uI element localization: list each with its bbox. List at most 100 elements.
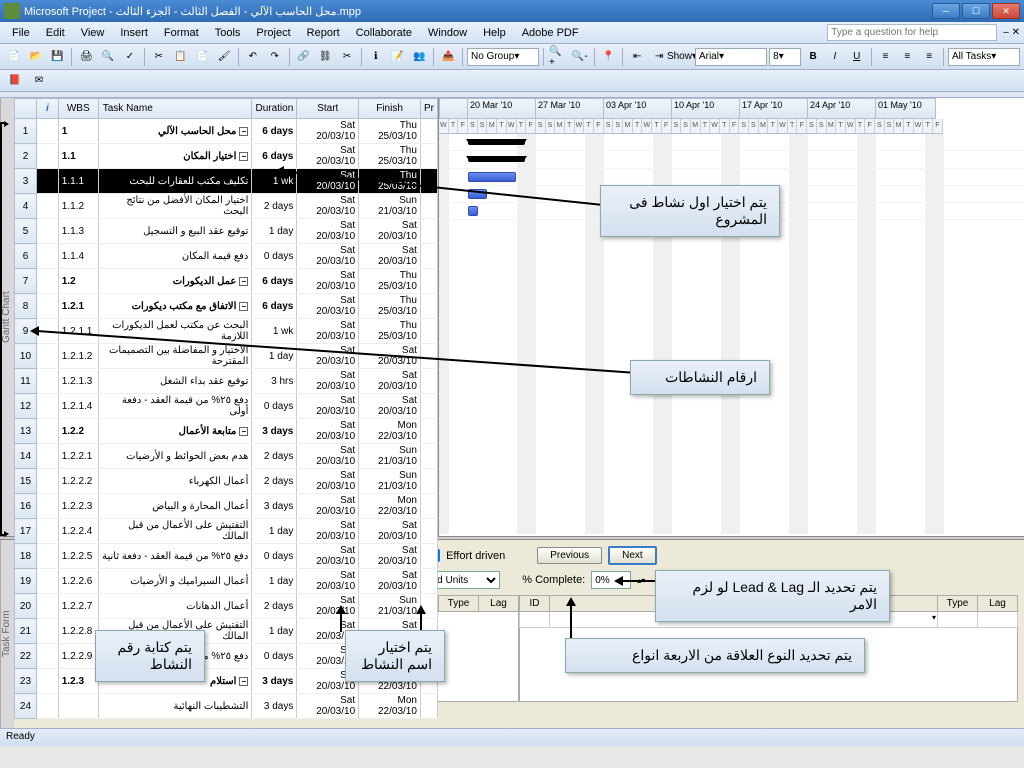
undo-icon[interactable]: ↶ [243,46,263,68]
save-icon[interactable]: 💾 [48,46,68,68]
succ-id-header[interactable]: ID [520,596,550,612]
table-row[interactable]: 12 1.2.1.4 دفع ٢٥% من قيمة العقد - دفعة … [15,394,438,419]
group-combo[interactable]: No Group ▾ [467,48,539,66]
font-combo[interactable]: Arial ▾ [695,48,767,66]
summary-bar[interactable] [468,156,525,162]
titlebar: Microsoft Project - محل الحاسب الآلي - ا… [0,0,1024,22]
menu-window[interactable]: Window [420,25,475,41]
preview-icon[interactable]: 🔍 [98,46,118,68]
paste-icon[interactable]: 📄 [192,46,212,68]
unlink-icon[interactable]: ⛓ [315,46,335,68]
pdf-convert-icon[interactable]: 📕 [4,70,26,92]
format-painter-icon[interactable]: 🖌 [214,46,234,68]
zoom-in-icon[interactable]: 🔍+ [548,46,568,68]
task-bar[interactable] [468,206,478,216]
menu-file[interactable]: File [4,25,38,41]
table-row[interactable]: 14 1.2.2.1 هدم بعض الحوائط و الأرضيات 2 … [15,444,438,469]
table-row[interactable]: 7 1.2 −عمل الديكورات 6 days Sat 20/03/10… [15,269,438,294]
table-row[interactable]: 4 1.1.2 اختيار المكان الأفضل من نتائج ال… [15,194,438,219]
table-row[interactable]: 10 1.2.1.2 الاختيار و المفاضلة بين التصم… [15,344,438,369]
succ-type-header[interactable]: Type [938,596,978,612]
pct-complete-label: % Complete: [522,574,585,586]
italic-icon[interactable]: I [825,46,845,68]
menu-format[interactable]: Format [156,25,207,41]
publish-icon[interactable]: 📤 [438,46,458,68]
align-right-icon[interactable]: ≡ [919,46,939,68]
col-wbs[interactable]: WBS [58,99,98,119]
col-start[interactable]: Start [297,99,359,119]
show-button[interactable]: Show ▾ [671,46,693,68]
bold-icon[interactable]: B [803,46,823,68]
menu-insert[interactable]: Insert [112,25,156,41]
notes-icon[interactable]: 📝 [388,46,408,68]
pred-lag-header[interactable]: Lag [479,596,519,612]
menu-help[interactable]: Help [475,25,514,41]
new-icon[interactable]: 📄 [4,46,24,68]
table-row[interactable]: 9 1.2.1.1 البحث عن مكتب لعمل الديكورات ا… [15,319,438,344]
status-bar: Ready [0,728,1024,746]
menu-adobe-pdf[interactable]: Adobe PDF [514,25,587,41]
split-icon[interactable]: ✂ [337,46,357,68]
col-finish[interactable]: Finish [359,99,421,119]
table-row[interactable]: 19 1.2.2.6 أعمال السيراميك و الأرضيات 1 … [15,569,438,594]
summary-bar[interactable] [468,139,525,145]
align-center-icon[interactable]: ≡ [897,46,917,68]
col-info[interactable]: i [36,99,58,119]
previous-button[interactable]: Previous [537,547,602,564]
col-task-name[interactable]: Task Name [98,99,252,119]
table-row[interactable]: 15 1.2.2.2 أعمال الكهرباء 2 days Sat 20/… [15,469,438,494]
link-icon[interactable]: 🔗 [294,46,314,68]
table-row[interactable]: 5 1.1.3 توقيع عقد البيع و التسجيل 1 day … [15,219,438,244]
fontsize-combo[interactable]: 8 ▾ [769,48,801,66]
col-pred[interactable]: Pr [420,99,437,119]
table-row[interactable]: 6 1.1.4 دفع قيمة المكان 0 days Sat 20/03… [15,244,438,269]
info-icon[interactable]: ℹ [366,46,386,68]
close-button[interactable]: ✕ [992,3,1020,19]
table-row[interactable]: 11 1.2.1.3 توقيع عقد بداء الشغل 3 hrs Sa… [15,369,438,394]
menu-report[interactable]: Report [299,25,348,41]
outdent-icon[interactable]: ⇤ [627,46,647,68]
gantt-row [439,169,1024,186]
menu-tools[interactable]: Tools [207,25,249,41]
pdf-email-icon[interactable]: ✉ [28,70,50,92]
spell-icon[interactable]: ✓ [120,46,140,68]
cut-icon[interactable]: ✂ [149,46,169,68]
maximize-button[interactable]: ☐ [962,3,990,19]
menu-edit[interactable]: Edit [38,25,73,41]
task-form-label[interactable]: Task Form [0,540,14,728]
gantt-chart[interactable]: 20 Mar '1027 Mar '1003 Apr '1010 Apr '10… [439,98,1024,536]
assign-icon[interactable]: 👥 [410,46,430,68]
table-row[interactable]: 1 1 −محل الحاسب الآلي 6 days Sat 20/03/1… [15,119,438,144]
timeline-week: 10 Apr '10 [672,98,740,119]
table-row[interactable]: 8 1.2.1 −الاتفاق مع مكتب ديكورات 6 days … [15,294,438,319]
table-row[interactable]: 16 1.2.2.3 أعمال المحارة و البياض 3 days… [15,494,438,519]
redo-icon[interactable]: ↷ [265,46,285,68]
task-bar[interactable] [468,172,516,182]
col-row-header[interactable] [15,99,37,119]
succ-lag-header[interactable]: Lag [978,596,1018,612]
copy-icon[interactable]: 📋 [171,46,191,68]
next-button[interactable]: Next [608,546,657,565]
table-row[interactable]: 2 1.1 −اختيار المكان 6 days Sat 20/03/10… [15,144,438,169]
col-duration[interactable]: Duration [252,99,297,119]
pred-type-header[interactable]: Type [439,596,479,612]
open-icon[interactable]: 📂 [26,46,46,68]
table-row[interactable]: 18 1.2.2.5 دفع ٢٥% من قيمة العقد - دفعة … [15,544,438,569]
goto-task-icon[interactable]: 📍 [599,46,619,68]
underline-icon[interactable]: U [847,46,867,68]
table-row[interactable]: 24 التشطيبات النهائية 3 days Sat 20/03/1… [15,694,438,719]
menu-project[interactable]: Project [248,25,298,41]
callout-task-numbers: ارقام النشاطات [630,360,770,395]
menu-view[interactable]: View [73,25,113,41]
table-row[interactable]: 13 1.2.2 −متابعة الأعمال 3 days Sat 20/0… [15,419,438,444]
align-left-icon[interactable]: ≡ [876,46,896,68]
menu-collaborate[interactable]: Collaborate [348,25,420,41]
filter-combo[interactable]: All Tasks ▾ [948,48,1020,66]
table-row[interactable]: 20 1.2.2.7 أعمال الدهانات 2 days Sat 20/… [15,594,438,619]
task-table: i WBS Task Name Duration Start Finish Pr… [14,98,439,536]
zoom-out-icon[interactable]: 🔍- [570,46,590,68]
print-icon[interactable]: 🖨 [76,46,96,68]
minimize-button[interactable]: ─ [932,3,960,19]
table-row[interactable]: 17 1.2.2.4 التفتيش على الأعمال من قبل ال… [15,519,438,544]
help-search-input[interactable] [827,24,997,41]
